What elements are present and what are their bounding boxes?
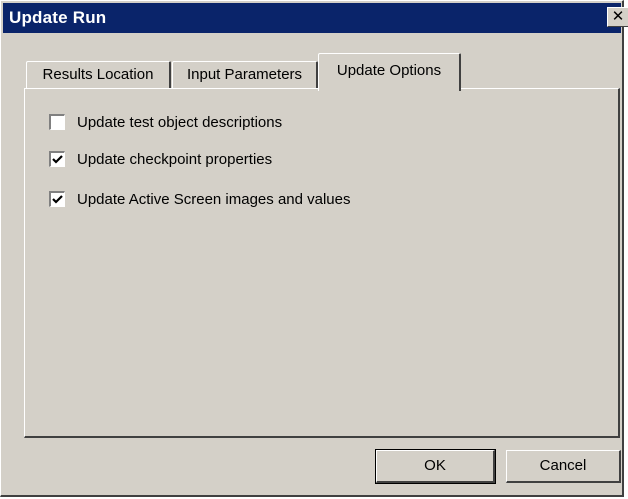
checkmark-icon xyxy=(52,155,63,164)
tab-label: Input Parameters xyxy=(186,66,303,83)
tab-results-location[interactable]: Results Location xyxy=(26,61,171,89)
checkbox-label: Update checkpoint properties xyxy=(77,151,273,168)
title-bar[interactable]: Update Run ✕ xyxy=(3,3,628,33)
window-title: Update Run xyxy=(9,8,107,27)
update-test-object-descriptions-checkbox[interactable] xyxy=(49,114,65,130)
tab-label: Update Options xyxy=(336,62,442,79)
close-button[interactable]: ✕ xyxy=(607,7,628,27)
checkmark-icon xyxy=(52,195,63,204)
cancel-button-label: Cancel xyxy=(539,457,587,474)
update-run-dialog: Update Run ✕ Results Location Input Para… xyxy=(0,0,628,497)
tab-update-options[interactable]: Update Options xyxy=(318,53,461,91)
checkbox-label: Update Active Screen images and values xyxy=(77,191,351,208)
ok-button[interactable]: OK xyxy=(375,449,496,484)
update-checkpoint-properties-checkbox[interactable] xyxy=(49,151,65,167)
update-active-screen-checkbox[interactable] xyxy=(49,191,65,207)
cancel-button[interactable]: Cancel xyxy=(506,450,621,483)
tab-label: Results Location xyxy=(42,66,154,83)
update-options-panel xyxy=(24,88,620,438)
checkbox-label: Update test object descriptions xyxy=(77,114,283,131)
close-icon: ✕ xyxy=(611,8,625,25)
ok-button-label: OK xyxy=(424,457,446,474)
tab-input-parameters[interactable]: Input Parameters xyxy=(172,61,318,89)
